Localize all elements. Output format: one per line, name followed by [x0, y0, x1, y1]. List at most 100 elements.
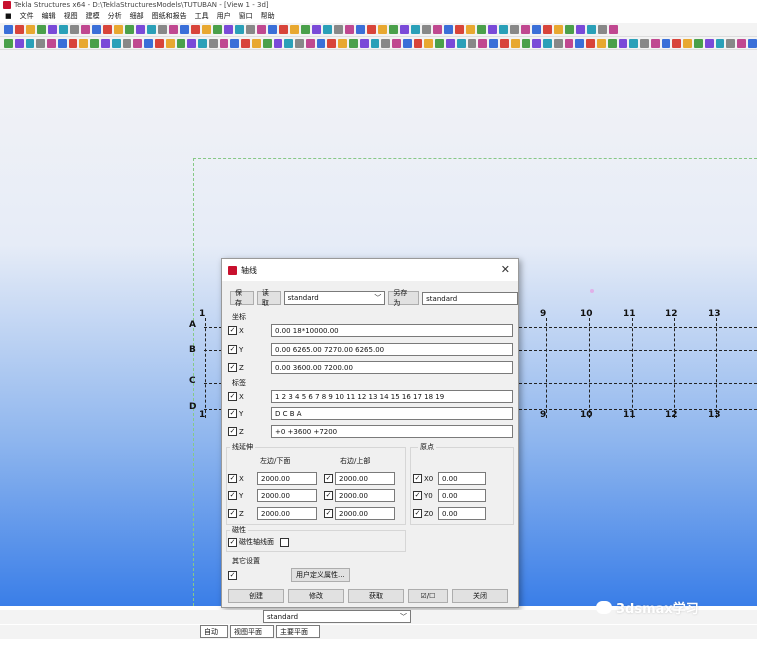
toolbar-button-icon[interactable]	[609, 25, 618, 34]
toolbar-button-icon[interactable]	[312, 25, 321, 34]
toolbar-button-icon[interactable]	[305, 38, 315, 48]
auto-select[interactable]: 自动	[200, 625, 228, 638]
toolbar-button-icon[interactable]	[477, 25, 486, 34]
toolbar-button-icon[interactable]	[488, 25, 497, 34]
toolbar-button-icon[interactable]	[650, 38, 660, 48]
toolbar-button-icon[interactable]	[36, 38, 46, 48]
view-plane-select[interactable]: 视图平面	[230, 625, 274, 638]
menu-edit[interactable]: 编辑	[41, 10, 57, 22]
toolbar-button-icon[interactable]	[489, 38, 498, 48]
toolbar-button-icon[interactable]	[180, 25, 189, 34]
coord-x-field[interactable]: 0.00 18*10000.00	[271, 324, 513, 337]
toolbar-button-icon[interactable]	[640, 38, 649, 48]
toolbar-button-icon[interactable]	[4, 25, 13, 34]
other-checkbox[interactable]: ✓	[228, 570, 237, 580]
toolbar-button-icon[interactable]	[202, 25, 211, 34]
toolbar-button-icon[interactable]	[565, 25, 574, 34]
toolbar-button-icon[interactable]	[4, 38, 13, 48]
toolbar-button-icon[interactable]	[279, 25, 288, 34]
toolbar-button-icon[interactable]	[26, 25, 35, 34]
close-button[interactable]: 关闭	[452, 589, 508, 603]
menu-user[interactable]: 用户	[216, 10, 232, 22]
toolbar-button-icon[interactable]	[378, 25, 387, 34]
ext-z-right-checkbox[interactable]: ✓	[324, 509, 333, 518]
toolbar-button-icon[interactable]	[413, 38, 423, 48]
toggle-all-button[interactable]: ☑/☐	[408, 589, 448, 603]
toolbar-button-icon[interactable]	[187, 38, 197, 48]
toolbar-button-icon[interactable]	[165, 38, 175, 48]
get-button[interactable]: 获取	[348, 589, 404, 603]
ext-x-right-checkbox[interactable]: ✓	[324, 474, 333, 483]
toolbar-button-icon[interactable]	[661, 38, 671, 48]
toolbar-button-icon[interactable]	[367, 25, 376, 34]
toolbar-button-icon[interactable]	[246, 25, 255, 34]
toolbar-button-icon[interactable]	[444, 25, 453, 34]
create-button[interactable]: 创建	[228, 589, 284, 603]
label-x-checkbox[interactable]: ✓	[228, 392, 237, 401]
toolbar-button-icon[interactable]	[92, 25, 101, 34]
coord-z-checkbox[interactable]: ✓	[228, 363, 237, 372]
toolbar-button-icon[interactable]	[521, 38, 531, 48]
preset-select[interactable]: standard ﹀	[283, 291, 386, 305]
toolbar-button-icon[interactable]	[147, 25, 156, 34]
menu-help[interactable]: 帮助	[260, 10, 276, 22]
coord-z-field[interactable]: 0.00 3600.00 7200.00	[271, 361, 513, 374]
toolbar-button-icon[interactable]	[359, 38, 369, 48]
toolbar-button-icon[interactable]	[499, 25, 508, 34]
menu-tools[interactable]: 工具	[194, 10, 210, 22]
menu-window-icon[interactable]: ■	[4, 10, 13, 22]
toolbar-button-icon[interactable]	[553, 38, 563, 48]
toolbar-button-icon[interactable]	[290, 25, 299, 34]
toolbar-button-icon[interactable]	[144, 38, 153, 48]
ext-y-right-field[interactable]: 2000.00	[335, 489, 395, 502]
toolbar-button-icon[interactable]	[90, 38, 100, 48]
toolbar-button-icon[interactable]	[25, 38, 35, 48]
toolbar-button-icon[interactable]	[510, 38, 520, 48]
toolbar-button-icon[interactable]	[607, 38, 617, 48]
toolbar-button-icon[interactable]	[176, 38, 186, 48]
magnetic-enable-checkbox[interactable]: ✓	[228, 537, 237, 547]
toolbar-button-icon[interactable]	[499, 38, 509, 48]
toolbar-button-icon[interactable]	[392, 38, 401, 48]
toolbar-button-icon[interactable]	[433, 25, 442, 34]
toolbar-button-icon[interactable]	[737, 38, 746, 48]
toolbar-button-icon[interactable]	[576, 25, 585, 34]
toolbar-button-icon[interactable]	[456, 38, 466, 48]
menu-window[interactable]: 窗口	[238, 10, 254, 22]
toolbar-button-icon[interactable]	[389, 25, 398, 34]
toolbar-button-icon[interactable]	[381, 38, 391, 48]
toolbar-button-icon[interactable]	[169, 25, 178, 34]
toolbar-button-icon[interactable]	[715, 38, 725, 48]
toolbar-button-icon[interactable]	[334, 25, 343, 34]
toolbar-button-icon[interactable]	[575, 38, 585, 48]
toolbar-button-icon[interactable]	[510, 25, 519, 34]
magnetic-plane-checkbox[interactable]	[280, 537, 289, 547]
label-x-field[interactable]: 1 2 3 4 5 6 7 8 9 10 11 12 13 14 15 16 1…	[271, 390, 513, 403]
toolbar-button-icon[interactable]	[467, 38, 477, 48]
ext-y-left-field[interactable]: 2000.00	[257, 489, 317, 502]
menu-view[interactable]: 视图	[63, 10, 79, 22]
label-z-field[interactable]: +0 +3600 +7200	[271, 425, 513, 438]
toolbar-button-icon[interactable]	[59, 25, 68, 34]
toolbar-button-icon[interactable]	[301, 25, 310, 34]
toolbar-button-icon[interactable]	[208, 38, 218, 48]
ext-z-right-field[interactable]: 2000.00	[335, 507, 395, 520]
toolbar-button-icon[interactable]	[704, 38, 714, 48]
toolbar-button-icon[interactable]	[596, 38, 606, 48]
toolbar-button-icon[interactable]	[79, 38, 89, 48]
toolbar-button-icon[interactable]	[198, 38, 207, 48]
toolbar-button-icon[interactable]	[532, 38, 542, 48]
toolbar-button-icon[interactable]	[521, 25, 530, 34]
label-z-checkbox[interactable]: ✓	[228, 427, 237, 436]
toolbar-button-icon[interactable]	[15, 25, 24, 34]
toolbar-button-icon[interactable]	[598, 25, 607, 34]
toolbar-button-icon[interactable]	[349, 38, 358, 48]
toolbar-button-icon[interactable]	[402, 38, 412, 48]
save-as-name-field[interactable]: standard	[422, 291, 518, 305]
origin-x-field[interactable]: 0.00	[438, 472, 486, 485]
toolbar-button-icon[interactable]	[284, 38, 294, 48]
load-button[interactable]: 读取	[256, 289, 281, 307]
toolbar-button-icon[interactable]	[564, 38, 574, 48]
toolbar-button-icon[interactable]	[747, 38, 757, 48]
menu-analysis[interactable]: 分析	[107, 10, 123, 22]
